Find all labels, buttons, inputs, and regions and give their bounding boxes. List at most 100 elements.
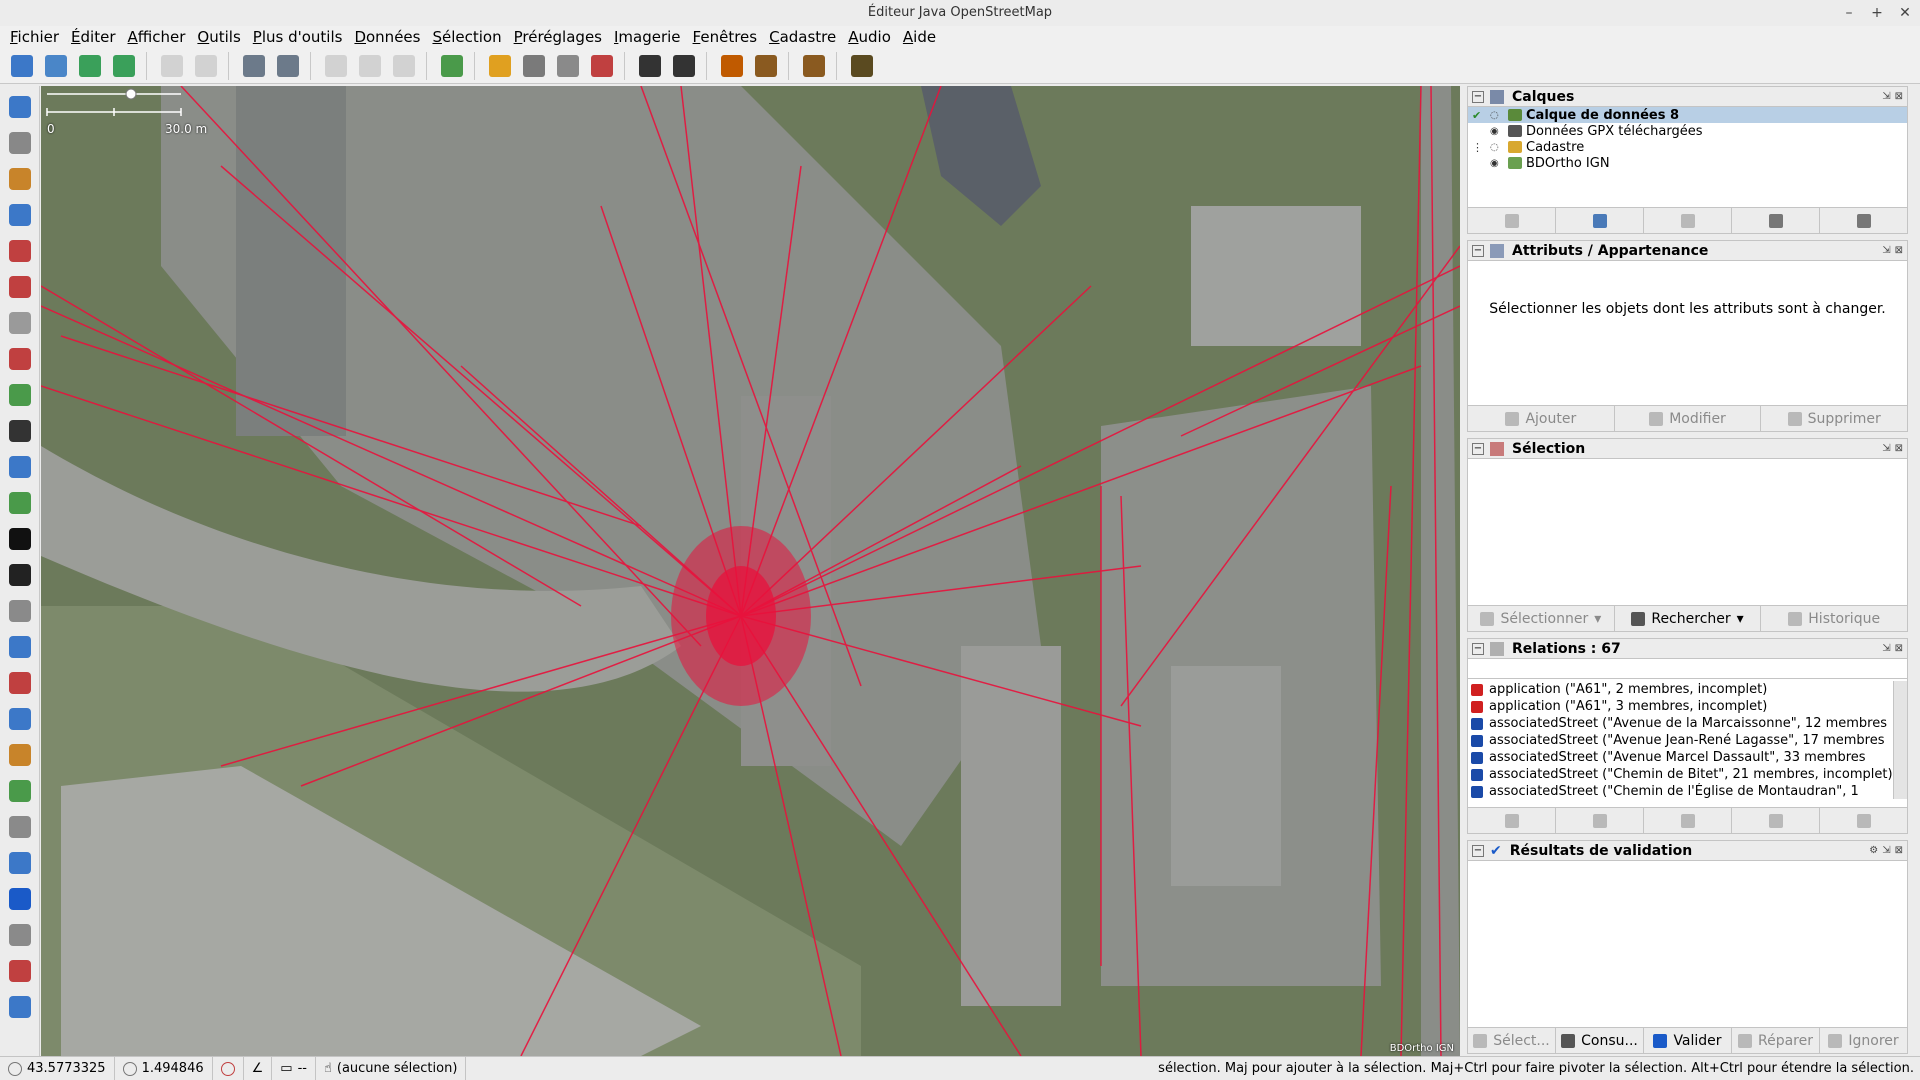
relation-row[interactable]: application ("A61", 2 membres, incomplet… (1468, 681, 1893, 698)
relation-new-button[interactable] (1556, 808, 1644, 833)
area-tool-button[interactable] (5, 488, 35, 518)
improve-way-button[interactable] (5, 308, 35, 338)
relations-panel-header[interactable]: − Relations : 67 ⇲ ⊠ (1468, 639, 1907, 659)
relation-edit-button[interactable] (1468, 808, 1556, 833)
lasso-tool-button[interactable] (5, 128, 35, 158)
road-preset-button[interactable] (484, 50, 516, 82)
menu-cadastre[interactable]: Cadastre (763, 28, 842, 46)
move-down-button[interactable] (1556, 208, 1644, 233)
minimize-button[interactable]: – (1842, 0, 1856, 26)
menu-donnees[interactable]: Données (348, 28, 426, 46)
settings-icon[interactable]: ⚙ (1869, 845, 1878, 856)
relation-row[interactable]: associatedStreet ("Chemin de Bitet", 21 … (1468, 766, 1893, 783)
detach-icon[interactable]: ⇲ (1882, 91, 1890, 102)
map-paint-button[interactable] (5, 812, 35, 842)
map-view[interactable]: 0 30.0 m BDOrtho IGN (41, 86, 1460, 1056)
delete-tag-button[interactable]: Supprimer (1761, 406, 1907, 431)
close-panel-icon[interactable]: ⊠ (1895, 245, 1903, 256)
menu-fichier[interactable]: Fichier (4, 28, 65, 46)
collapse-icon[interactable]: − (1472, 844, 1484, 857)
relations-list[interactable]: application ("A61", 2 membres, incomplet… (1468, 681, 1893, 799)
bw-toggle-button[interactable] (5, 524, 35, 554)
maximize-button[interactable]: + (1870, 0, 1884, 26)
search-button[interactable]: Rechercher ▾ (1615, 606, 1762, 631)
panel-controls[interactable]: ⇲ ⊠ (1882, 443, 1907, 454)
panel-controls[interactable]: ⚙ ⇲ ⊠ (1869, 845, 1907, 856)
align-tool-button[interactable] (5, 380, 35, 410)
close-panel-icon[interactable]: ⊠ (1895, 91, 1903, 102)
menu-fenetres[interactable]: Fenêtres (687, 28, 764, 46)
layer-row[interactable]: ◉ Données GPX téléchargées (1468, 123, 1907, 139)
edit-properties-button[interactable] (5, 740, 35, 770)
notes-button[interactable] (5, 956, 35, 986)
save-button[interactable] (40, 50, 72, 82)
panel-controls[interactable]: ⇲ ⊠ (1882, 643, 1907, 654)
relation-row[interactable]: associatedStreet ("Avenue Marcel Dassaul… (1468, 749, 1893, 766)
changesets-button[interactable] (5, 992, 35, 1022)
delete-tool-button[interactable] (5, 236, 35, 266)
menu-plus-outils[interactable]: Plus d'outils (247, 28, 349, 46)
delete-layer-button[interactable] (1820, 208, 1907, 233)
collapse-icon[interactable]: − (1472, 244, 1484, 257)
detach-icon[interactable]: ⇲ (1882, 845, 1890, 856)
undo-button[interactable] (156, 50, 188, 82)
close-panel-icon[interactable]: ⊠ (1895, 643, 1903, 654)
history-button[interactable] (5, 776, 35, 806)
restaurant-button[interactable] (750, 50, 782, 82)
fix-button[interactable]: Réparer (1732, 1028, 1820, 1053)
selection-panel-header[interactable]: − Sélection ⇲ ⊠ (1468, 439, 1907, 459)
menu-imagerie[interactable]: Imagerie (608, 28, 687, 46)
menu-afficher[interactable]: Afficher (121, 28, 191, 46)
edit-tag-button[interactable]: Modifier (1615, 406, 1762, 431)
preferences-button[interactable] (238, 50, 270, 82)
industrial-button[interactable] (846, 50, 878, 82)
validate-button[interactable]: Valider (1644, 1028, 1732, 1053)
open-file-button[interactable] (6, 50, 38, 82)
panel-controls[interactable]: ⇲ ⊠ (1882, 245, 1907, 256)
circle-tool-button[interactable] (5, 452, 35, 482)
layers-panel-header[interactable]: − Calques ⇲ ⊠ (1468, 87, 1907, 107)
relation-select-button[interactable] (1820, 808, 1907, 833)
close-panel-icon[interactable]: ⊠ (1895, 443, 1903, 454)
close-panel-icon[interactable]: ⊠ (1895, 845, 1903, 856)
audio-button[interactable] (5, 848, 35, 878)
more-tools-button[interactable] (5, 560, 35, 590)
menu-selection[interactable]: Sélection (426, 28, 507, 46)
refresh-button[interactable] (388, 50, 420, 82)
menu-outils[interactable]: Outils (191, 28, 246, 46)
panel-controls[interactable]: ⇲ ⊠ (1882, 91, 1907, 102)
map-canvas[interactable] (41, 86, 1460, 1056)
warning-button[interactable] (716, 50, 748, 82)
layer-row[interactable]: ◉ BDOrtho IGN (1468, 155, 1907, 171)
ignore-button[interactable]: Ignorer (1820, 1028, 1907, 1053)
add-tag-button[interactable]: Ajouter (1468, 406, 1615, 431)
select-button[interactable]: Sélectionner ▾ (1468, 606, 1615, 631)
relations-scrollbar[interactable] (1893, 681, 1907, 799)
validation-panel-header[interactable]: − ✔ Résultats de validation ⚙ ⇲ ⊠ (1468, 841, 1907, 861)
collapse-icon[interactable]: − (1472, 90, 1484, 103)
layer-visibility-icon[interactable]: ◉ (1490, 126, 1502, 137)
move-up-button[interactable] (1468, 208, 1556, 233)
layer-properties-button[interactable] (272, 50, 304, 82)
layer-visibility-icon[interactable]: ◉ (1490, 158, 1502, 169)
longitude-field[interactable]: 1.494846 (115, 1057, 213, 1080)
castle-button[interactable] (798, 50, 830, 82)
relation-row[interactable]: associatedStreet ("Avenue Jean-René Laga… (1468, 732, 1893, 749)
car-button[interactable] (634, 50, 666, 82)
selection-list-button[interactable] (5, 704, 35, 734)
relation-row[interactable]: associatedStreet ("Avenue de la Marcaiss… (1468, 715, 1893, 732)
attributes-panel-header[interactable]: − Attributs / Appartenance ⇲ ⊠ (1468, 241, 1907, 261)
layer-row[interactable]: ⋮ ◌ Cadastre (1468, 139, 1907, 155)
upload-button[interactable] (108, 50, 140, 82)
building-preset-button[interactable] (586, 50, 618, 82)
detach-icon[interactable]: ⇲ (1882, 443, 1890, 454)
latitude-field[interactable]: 43.5773325 (0, 1057, 115, 1080)
layer-row[interactable]: ✔ ◌ Calque de données 8 (1468, 107, 1907, 123)
building-tool-button[interactable] (5, 416, 35, 446)
relation-tool-button[interactable] (5, 668, 35, 698)
merge-layer-button[interactable] (1644, 208, 1732, 233)
validation-lookup-button[interactable]: Consu... (1556, 1028, 1644, 1053)
extrude-tool-button[interactable] (5, 344, 35, 374)
menu-editer[interactable]: Éditer (65, 28, 121, 46)
close-button[interactable]: ✕ (1898, 0, 1912, 26)
